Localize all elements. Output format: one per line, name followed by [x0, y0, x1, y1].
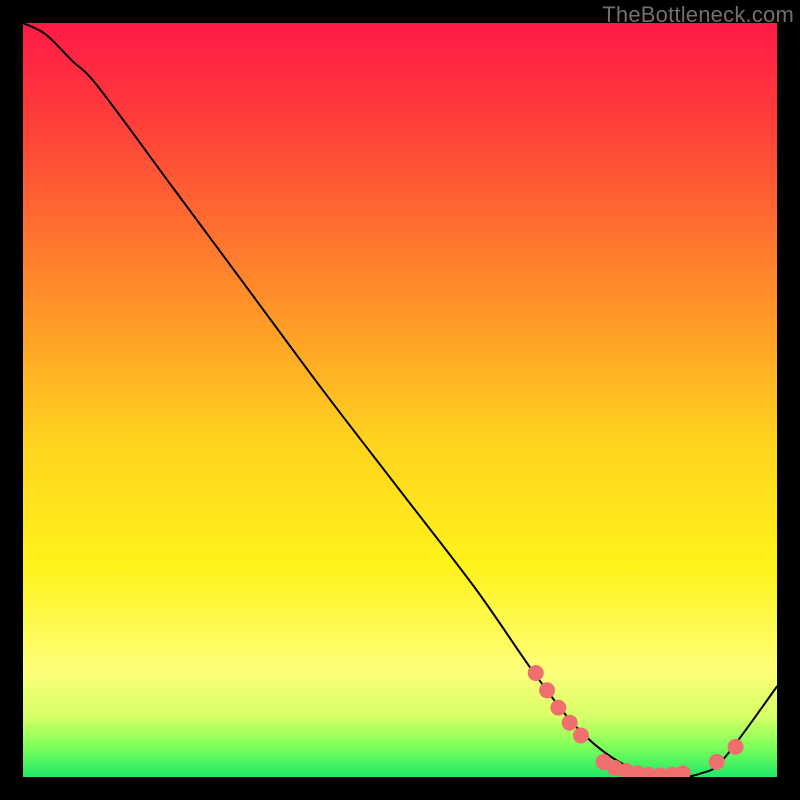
data-marker [528, 665, 544, 681]
data-marker [550, 700, 566, 716]
chart-svg [23, 23, 777, 777]
data-marker [539, 682, 555, 698]
data-marker [728, 739, 744, 755]
attribution-text: TheBottleneck.com [602, 2, 794, 28]
data-marker [562, 715, 578, 731]
data-marker [709, 754, 725, 770]
chart-frame: TheBottleneck.com [0, 0, 800, 800]
plot-area [23, 23, 777, 777]
data-marker [573, 728, 589, 744]
